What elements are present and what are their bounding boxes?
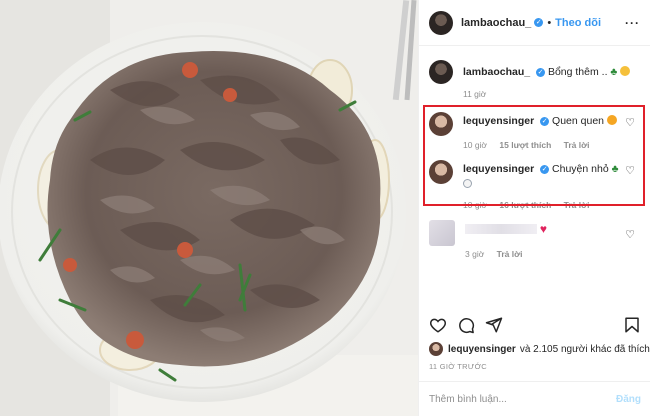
caption-username[interactable]: lambaochau_ [463, 66, 530, 78]
likes-rest[interactable]: và 2.105 người khác đã thích [520, 344, 650, 355]
comment-time: 3 giờ [465, 249, 485, 259]
likes-summary: lequyensinger và 2.105 người khác đã thí… [429, 342, 650, 356]
smiling-face-icon [620, 66, 631, 76]
add-comment-input[interactable]: Thêm bình luận... [429, 394, 507, 405]
four-leaf-clover-icon: ♣ [610, 66, 618, 78]
reply-button[interactable]: Trả lời [497, 249, 523, 259]
post-timestamp: 11 GIỜ TRƯỚC [429, 362, 488, 371]
highlight-box [423, 105, 645, 206]
add-comment-bar: Thêm bình luận... Đăng [419, 381, 650, 416]
caption-text: Bổng thêm .. [547, 66, 608, 78]
liker-username[interactable]: lequyensinger [448, 344, 516, 355]
more-horizontal-icon[interactable]: ··· [625, 16, 640, 30]
post-header: lambaochau_ ✓ • Theo dõi ··· [419, 0, 650, 46]
post-side-panel: lambaochau_ ✓ • Theo dõi ··· lambaochau_… [418, 0, 650, 416]
verified-badge-icon: ✓ [534, 18, 544, 27]
follow-button[interactable]: Theo dõi [555, 17, 601, 29]
comment-item: ♥ 3 giờ Trả lời ♡ [419, 220, 650, 261]
action-bar [429, 316, 643, 336]
author-username[interactable]: lambaochau_ [461, 17, 531, 29]
post-photo[interactable] [0, 0, 418, 416]
liker-avatar[interactable] [429, 342, 443, 356]
caption: lambaochau_ ✓ Bổng thêm .. ♣ 11 giờ [419, 60, 650, 101]
share-icon[interactable] [485, 316, 503, 334]
bookmark-icon[interactable] [623, 316, 641, 334]
like-comment-heart-icon[interactable]: ♡ [625, 228, 635, 241]
heart-icon[interactable] [429, 316, 447, 334]
verified-badge-icon: ✓ [536, 68, 546, 77]
instagram-post-view: lambaochau_ ✓ • Theo dõi ··· lambaochau_… [0, 0, 650, 416]
blurred-avatar[interactable] [429, 220, 455, 246]
caption-avatar[interactable] [429, 60, 453, 84]
author-avatar[interactable] [429, 10, 453, 35]
caption-time: 11 giờ [463, 89, 487, 99]
blurred-username [465, 224, 537, 234]
food-plate-image [0, 0, 418, 416]
separator-dot: • [547, 16, 552, 29]
post-comment-button[interactable]: Đăng [616, 394, 641, 405]
comment-icon[interactable] [457, 316, 475, 334]
red-heart-emoji-icon: ♥ [539, 222, 548, 236]
